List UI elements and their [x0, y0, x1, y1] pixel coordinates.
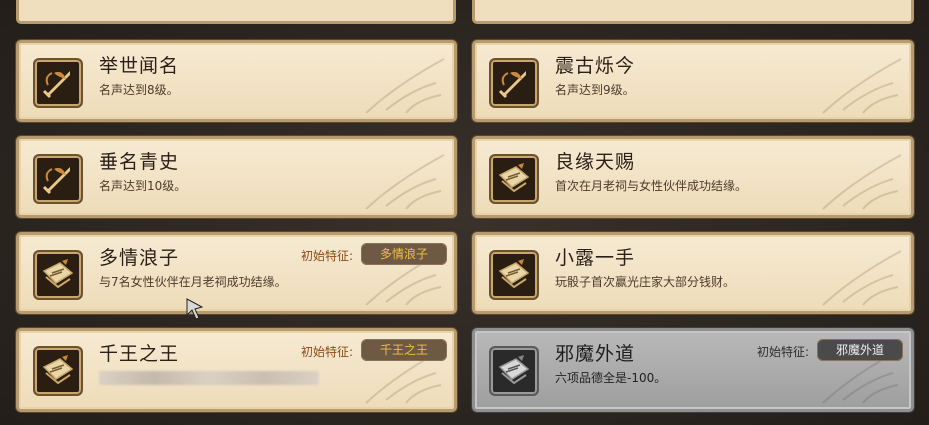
- sword-icon: [42, 71, 70, 99]
- achievement-card-locked[interactable]: 邪魔外道 六项品德全是-100。 初始特征: 邪魔外道: [472, 328, 914, 412]
- achievement-icon: [489, 250, 539, 300]
- achievement-title: 小露一手: [555, 247, 636, 269]
- achievement-desc: 首次在月老祠与女性伙伴成功结缘。: [555, 179, 748, 193]
- scroll-icon: [498, 259, 530, 289]
- achievement-desc: 六项品德全是-100。: [555, 371, 667, 385]
- sword-icon: [498, 71, 526, 99]
- bamboo-decoration: [822, 250, 902, 306]
- achievement-desc: 名声达到9级。: [555, 83, 635, 97]
- achievement-card[interactable]: 垂名青史 名声达到10级。: [16, 136, 457, 218]
- achievement-title: 震古烁今: [555, 55, 636, 77]
- card-strip-top-right: [472, 0, 914, 24]
- achievement-icon: [489, 58, 539, 108]
- achievement-card[interactable]: 多情浪子 与7名女性伙伴在月老祠成功结缘。 初始特征: 多情浪子: [16, 232, 457, 314]
- achievement-card[interactable]: 举世闻名 名声达到8级。: [16, 40, 457, 122]
- trait-label: 初始特征:: [301, 345, 354, 359]
- scroll-icon: [498, 163, 530, 193]
- scroll-icon: [42, 355, 74, 385]
- scroll-icon: [498, 355, 530, 385]
- achievement-card[interactable]: 小露一手 玩骰子首次赢光庄家大部分钱财。: [472, 232, 914, 314]
- achievement-title: 垂名青史: [99, 151, 180, 173]
- mouse-cursor-icon: [186, 298, 204, 320]
- bamboo-decoration: [822, 154, 902, 210]
- bamboo-decoration: [365, 154, 445, 210]
- trait-label: 初始特征:: [757, 345, 810, 359]
- achievement-title: 良缘天赐: [555, 151, 636, 173]
- achievement-title: 多情浪子: [99, 247, 180, 269]
- achievement-desc: 名声达到8级。: [99, 83, 179, 97]
- trait-badge: 多情浪子: [361, 243, 447, 265]
- sword-icon: [42, 167, 70, 195]
- achievement-title: 举世闻名: [99, 55, 180, 77]
- achievement-icon: [489, 346, 539, 396]
- trait-badge: 千王之王: [361, 339, 447, 361]
- achievement-icon: [33, 154, 83, 204]
- trait-label: 初始特征:: [301, 249, 354, 263]
- achievement-icon: [489, 154, 539, 204]
- card-strip-top-left: [16, 0, 456, 24]
- achievement-icon: [33, 58, 83, 108]
- achievement-desc: 玩骰子首次赢光庄家大部分钱财。: [555, 275, 736, 289]
- achievement-icon: [33, 346, 83, 396]
- achievement-title: 邪魔外道: [555, 343, 636, 365]
- redacted-description: [99, 371, 319, 385]
- achievement-card[interactable]: 震古烁今 名声达到9级。: [472, 40, 914, 122]
- trait-badge: 邪魔外道: [817, 339, 903, 361]
- achievement-title: 千王之王: [99, 343, 180, 365]
- achievement-desc: 名声达到10级。: [99, 179, 187, 193]
- achievement-icon: [33, 250, 83, 300]
- achievement-card[interactable]: 良缘天赐 首次在月老祠与女性伙伴成功结缘。: [472, 136, 914, 218]
- achievement-card[interactable]: 千王之王 初始特征: 千王之王: [16, 328, 457, 412]
- bamboo-decoration: [822, 58, 902, 114]
- achievement-desc: 与7名女性伙伴在月老祠成功结缘。: [99, 275, 287, 289]
- bamboo-decoration: [365, 58, 445, 114]
- scroll-icon: [42, 259, 74, 289]
